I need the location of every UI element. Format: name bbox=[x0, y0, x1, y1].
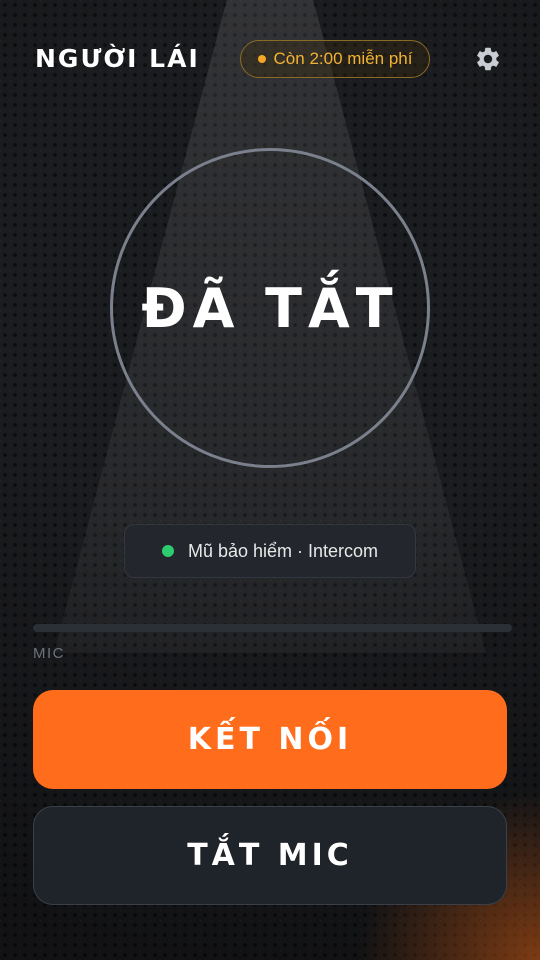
connect-button[interactable]: KẾT NỐI bbox=[33, 690, 507, 789]
page-title: NGƯỜI LÁI bbox=[35, 44, 200, 73]
mute-mic-button[interactable]: TẮT MIC bbox=[33, 806, 507, 905]
device-connected-dot-icon bbox=[161, 545, 174, 557]
device-label: Mũ bảo hiểm · Intercom bbox=[187, 540, 379, 561]
mic-level-meter bbox=[33, 624, 512, 632]
trial-badge[interactable]: Còn 2:00 miễn phí bbox=[240, 40, 430, 78]
header: NGƯỜI LÁI Còn 2:00 miễn phí bbox=[35, 38, 505, 84]
status-label: ĐÃ TẮT bbox=[141, 276, 399, 340]
device-status-chip: Mũ bảo hiểm · Intercom bbox=[124, 524, 416, 578]
status-ring: ĐÃ TẮT bbox=[110, 148, 430, 468]
trial-dot-icon bbox=[257, 55, 266, 63]
settings-button[interactable] bbox=[471, 42, 505, 76]
gear-icon bbox=[477, 47, 499, 71]
trial-badge-label: Còn 2:00 miễn phí bbox=[273, 49, 413, 68]
mic-label: MIC bbox=[33, 645, 65, 662]
